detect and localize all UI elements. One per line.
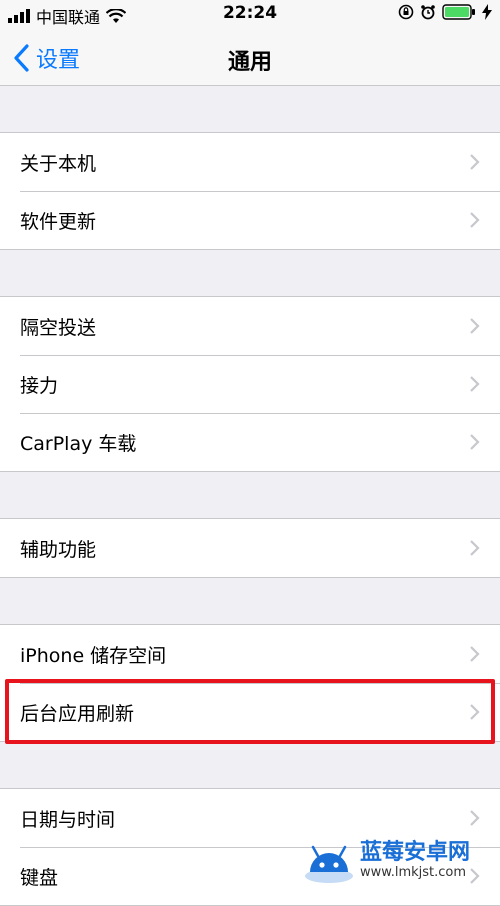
alarm-icon (420, 4, 436, 20)
chevron-right-icon (469, 433, 480, 451)
row-label: 键盘 (20, 863, 58, 890)
row-label: 日期与时间 (20, 805, 115, 832)
chevron-right-icon (469, 645, 480, 663)
chevron-right-icon (469, 703, 480, 721)
watermark: 蓝莓安卓网 www.lmkjst.com (304, 837, 494, 885)
row-label: 辅助功能 (20, 535, 96, 562)
row-accessibility[interactable]: 辅助功能 (0, 519, 500, 577)
android-logo-icon (304, 838, 354, 884)
settings-group-2: 隔空投送 接力 CarPlay 车载 (0, 296, 500, 472)
chevron-right-icon (469, 153, 480, 171)
chevron-right-icon (469, 539, 480, 557)
row-software-update[interactable]: 软件更新 (0, 191, 500, 249)
chevron-right-icon (469, 375, 480, 393)
battery-icon (442, 4, 476, 20)
row-label: 隔空投送 (20, 313, 96, 340)
row-label: 后台应用刷新 (20, 699, 134, 726)
row-airdrop[interactable]: 隔空投送 (0, 297, 500, 355)
row-about[interactable]: 关于本机 (0, 133, 500, 191)
row-label: 软件更新 (20, 207, 96, 234)
row-background-app-refresh[interactable]: 后台应用刷新 (0, 683, 500, 741)
row-handoff[interactable]: 接力 (0, 355, 500, 413)
charging-icon (482, 4, 492, 20)
chevron-right-icon (469, 809, 480, 827)
row-label: 关于本机 (20, 149, 96, 176)
watermark-title: 蓝莓安卓网 (360, 841, 470, 865)
row-label: CarPlay 车载 (20, 429, 136, 456)
orientation-lock-icon (398, 4, 414, 20)
navigation-bar: 设置 通用 (0, 28, 500, 86)
chevron-right-icon (469, 317, 480, 335)
page-title: 通用 (0, 44, 500, 76)
chevron-right-icon (469, 211, 480, 229)
row-label: 接力 (20, 371, 58, 398)
row-carplay[interactable]: CarPlay 车载 (0, 413, 500, 471)
status-bar: 中国联通 22:24 (0, 0, 500, 28)
row-label: iPhone 储存空间 (20, 641, 166, 668)
settings-group-3: 辅助功能 (0, 518, 500, 578)
watermark-url: www.lmkjst.com (360, 865, 470, 881)
row-iphone-storage[interactable]: iPhone 储存空间 (0, 625, 500, 683)
settings-group-4: iPhone 储存空间 后台应用刷新 (0, 624, 500, 742)
settings-group-1: 关于本机 软件更新 (0, 132, 500, 250)
